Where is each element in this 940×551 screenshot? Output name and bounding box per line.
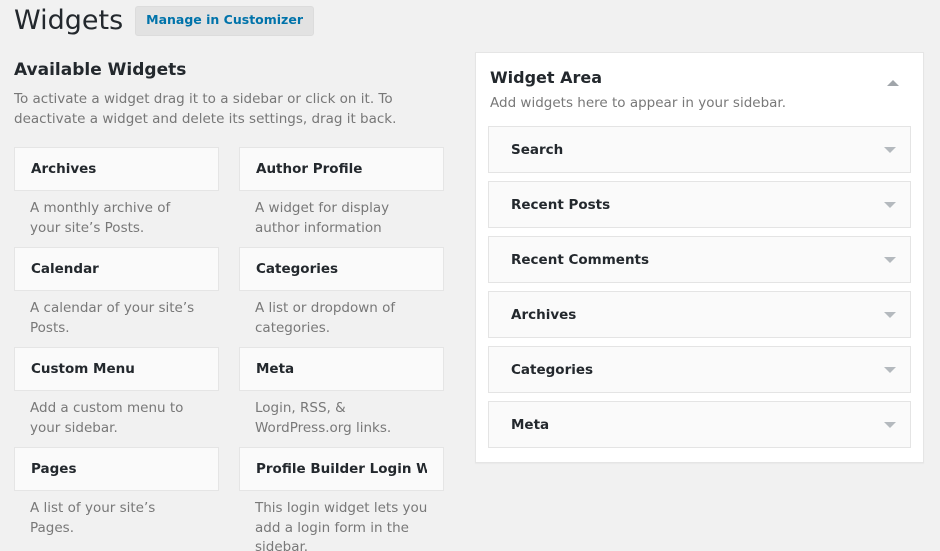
- widget-area-title: Widget Area: [490, 68, 603, 87]
- available-widget-title: Calendar: [31, 261, 99, 277]
- widget-area-item-expand-button[interactable]: [880, 195, 900, 215]
- widget-area-item-list: Search Recent Posts Recent Comments Archive…: [488, 126, 911, 448]
- widget-area-item-title: Meta: [511, 416, 550, 433]
- triangle-up-icon: [887, 80, 899, 86]
- available-widget-card[interactable]: Pages: [14, 447, 219, 491]
- widget-area-item[interactable]: Search: [488, 126, 911, 173]
- widget-area-item-title: Recent Posts: [511, 196, 611, 213]
- widget-area-item-title: Archives: [511, 306, 577, 323]
- widget-area-collapse-button[interactable]: [883, 73, 903, 93]
- widgets-admin-page: Widgets Manage in Customizer Available W…: [0, 0, 940, 551]
- triangle-down-icon: [884, 256, 896, 263]
- available-widget: Custom Menu Add a custom menu to your sid…: [14, 347, 219, 447]
- available-widget-title: Custom Menu: [31, 361, 135, 377]
- available-widget: Categories A list or dropdown of categori…: [239, 247, 444, 347]
- widget-area-item-title: Search: [511, 141, 564, 158]
- triangle-down-icon: [884, 366, 896, 373]
- available-widgets-description: To activate a widget drag it to a sideba…: [14, 91, 397, 127]
- available-widget-card[interactable]: Categories: [239, 247, 444, 291]
- triangle-down-icon: [884, 421, 896, 428]
- available-widget: Archives A monthly archive of your site’s…: [14, 147, 219, 247]
- available-widget-description: A monthly archive of your site’s Posts.: [30, 200, 171, 236]
- available-widget-title: Profile Builder Login Wid…: [256, 461, 427, 477]
- available-widget-card[interactable]: Archives: [14, 147, 219, 191]
- widget-area-item-expand-button[interactable]: [880, 360, 900, 380]
- available-widget-card[interactable]: Custom Menu: [14, 347, 219, 391]
- available-widget-title: Categories: [256, 261, 339, 277]
- manage-in-customizer-button[interactable]: Manage in Customizer: [135, 6, 314, 36]
- widget-area-item-expand-button[interactable]: [880, 140, 900, 160]
- widget-area-item-expand-button[interactable]: [880, 415, 900, 435]
- available-widget-description: A calendar of your site’s Posts.: [30, 300, 195, 336]
- available-widget-description: A widget for display author information: [255, 200, 390, 236]
- available-widget: Profile Builder Login Wid… This login wid…: [239, 447, 444, 551]
- available-widget-title: Archives: [31, 161, 97, 177]
- available-widget-title: Author Profile: [256, 161, 363, 177]
- available-widget: Meta Login, RSS, & WordPress.org links.: [239, 347, 444, 447]
- available-widget: Pages A list of your site’s Pages.: [14, 447, 219, 551]
- page-title: Widgets: [14, 5, 124, 36]
- page-header: Widgets Manage in Customizer: [14, 4, 314, 38]
- widget-area-header: Widget Area Add widgets here to appear i…: [488, 67, 911, 113]
- available-widget-title: Meta: [256, 361, 295, 377]
- widget-area-item-expand-button[interactable]: [880, 305, 900, 325]
- available-widget-description: Add a custom menu to your sidebar.: [30, 400, 184, 436]
- available-widgets-grid: Archives A monthly archive of your site’s…: [14, 147, 444, 551]
- available-widget: Calendar A calendar of your site’s Posts.: [14, 247, 219, 347]
- triangle-down-icon: [884, 146, 896, 153]
- available-widget-card[interactable]: Calendar: [14, 247, 219, 291]
- triangle-down-icon: [884, 311, 896, 318]
- available-widgets-section: Available Widgets To activate a widget d…: [14, 60, 444, 551]
- available-widget-description: A list or dropdown of categories.: [255, 300, 396, 336]
- available-widget-title: Pages: [31, 461, 77, 477]
- available-widget-card[interactable]: Author Profile: [239, 147, 444, 191]
- widget-area-description: Add widgets here to appear in your sideb…: [490, 95, 787, 111]
- widget-area-panel: Widget Area Add widgets here to appear i…: [475, 52, 924, 463]
- available-widget-description: A list of your site’s Pages.: [30, 500, 156, 536]
- widget-area-item-title: Recent Comments: [511, 251, 650, 268]
- widget-area-item[interactable]: Recent Posts: [488, 181, 911, 228]
- widget-area-item-title: Categories: [511, 361, 594, 378]
- available-widget: Author Profile A widget for display autho…: [239, 147, 444, 247]
- widget-area-item[interactable]: Meta: [488, 401, 911, 448]
- widget-area-item[interactable]: Categories: [488, 346, 911, 393]
- triangle-down-icon: [884, 201, 896, 208]
- available-widget-description: This login widget lets you add a login f…: [255, 500, 428, 551]
- available-widget-description: Login, RSS, & WordPress.org links.: [255, 400, 392, 436]
- available-widgets-heading: Available Widgets: [14, 60, 187, 80]
- widget-area-item[interactable]: Recent Comments: [488, 236, 911, 283]
- available-widget-card[interactable]: Meta: [239, 347, 444, 391]
- widget-area-item[interactable]: Archives: [488, 291, 911, 338]
- available-widget-card[interactable]: Profile Builder Login Wid…: [239, 447, 444, 491]
- widget-area-item-expand-button[interactable]: [880, 250, 900, 270]
